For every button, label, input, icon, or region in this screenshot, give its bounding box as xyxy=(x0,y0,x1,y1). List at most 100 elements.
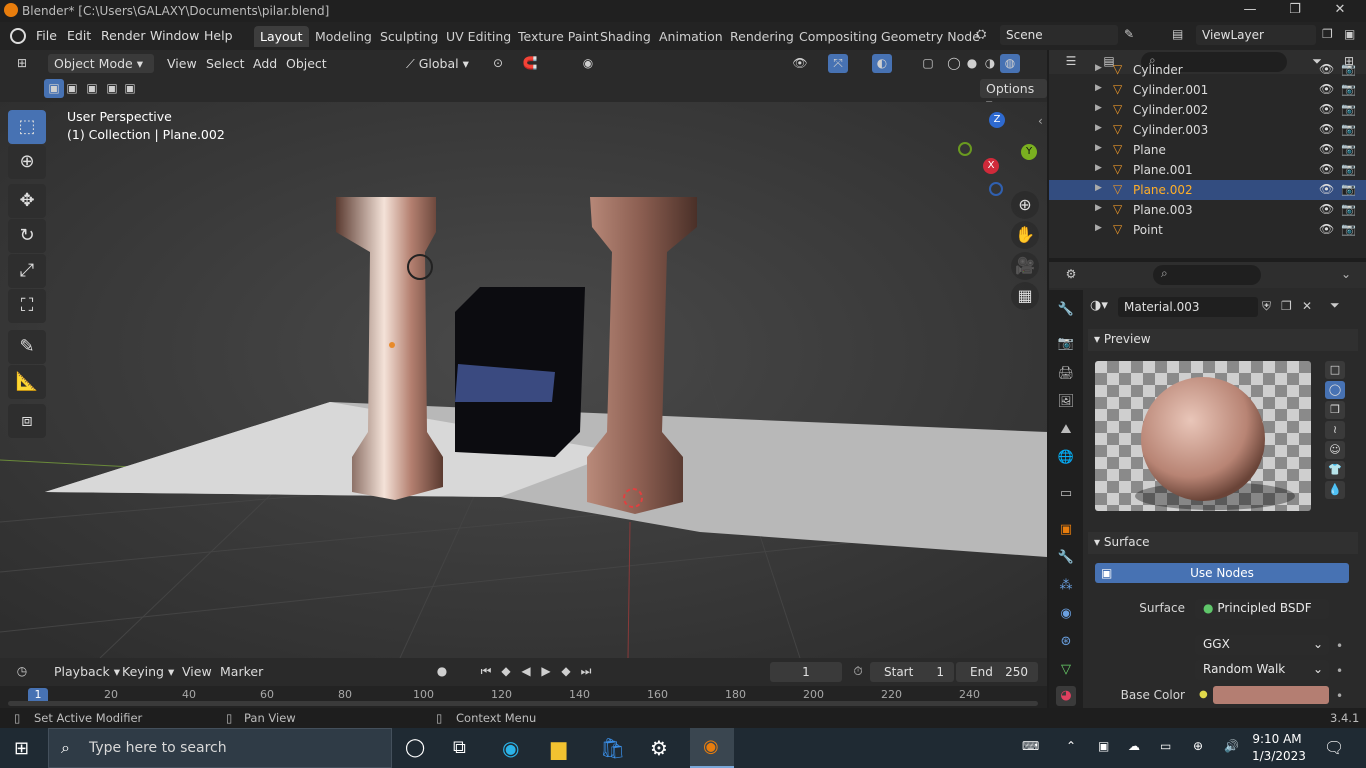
render-tab-icon[interactable]: 📷 xyxy=(1056,334,1076,354)
blender-taskbar-button[interactable]: ◉ xyxy=(690,728,734,768)
select-intersect-icon[interactable]: ▣ xyxy=(120,79,140,98)
pan-hand-icon[interactable]: ✋ xyxy=(1011,221,1039,249)
properties-options-icon[interactable]: ⌄ xyxy=(1341,267,1351,281)
camera-render-icon[interactable]: 📷 xyxy=(1341,162,1356,176)
tab-shading[interactable]: Shading xyxy=(594,26,657,47)
3d-viewport[interactable]: User Perspective (1) Collection | Plane.… xyxy=(0,102,1047,658)
menu-view[interactable]: View xyxy=(161,54,203,73)
object-tab-icon[interactable]: ▣ xyxy=(1056,520,1076,540)
view-layer-tab-icon[interactable]: 🖼 xyxy=(1056,392,1076,412)
rendered-shading-icon[interactable]: ◍ xyxy=(1000,54,1020,73)
tray-expand-icon[interactable]: ⌃ xyxy=(1066,739,1076,753)
keyboard-icon[interactable]: ⌨ xyxy=(1022,739,1039,753)
surface-panel-header[interactable]: ▾ Surface xyxy=(1088,532,1358,554)
task-view-icon[interactable]: ⧉ xyxy=(453,737,466,758)
menu-file[interactable]: File xyxy=(36,28,57,43)
expand-arrow-icon[interactable]: ▶ xyxy=(1095,103,1102,113)
gizmo-neg-y[interactable] xyxy=(958,142,972,156)
ortho-grid-icon[interactable]: ▦ xyxy=(1011,282,1039,310)
file-explorer-icon[interactable]: ▆ xyxy=(551,736,566,760)
select-box-tool-icon[interactable]: ⬚ xyxy=(8,110,46,144)
menu-add[interactable]: Add xyxy=(247,54,283,73)
current-frame-field[interactable]: 1 xyxy=(770,662,842,682)
keyframe-dot-icon[interactable]: • xyxy=(1336,639,1343,653)
menu-playback[interactable]: Playback ▾ xyxy=(48,662,126,681)
cloud-icon[interactable]: ☁ xyxy=(1128,739,1140,753)
tab-modeling[interactable]: Modeling xyxy=(309,26,378,47)
material-sphere-icon[interactable]: ◑▾ xyxy=(1090,298,1108,313)
material-tab-icon[interactable]: ◕ xyxy=(1056,686,1076,706)
camera-render-icon[interactable]: 📷 xyxy=(1341,62,1356,76)
duplicate-material-icon[interactable]: ❐ xyxy=(1281,299,1292,313)
preview-monkey-icon[interactable]: ☺ xyxy=(1325,441,1345,459)
play-reverse-icon[interactable]: ◀ xyxy=(516,662,536,681)
properties-editor-icon[interactable]: ⚙ xyxy=(1061,265,1081,284)
cortana-icon[interactable]: ◯ xyxy=(405,737,425,758)
select-subtract-icon[interactable]: ▣ xyxy=(82,79,102,98)
eye-visibility-icon[interactable]: 👁 xyxy=(1319,62,1334,76)
minimize-button[interactable]: — xyxy=(1230,2,1270,20)
volume-icon[interactable]: 🔊 xyxy=(1224,739,1239,753)
tab-layout[interactable]: Layout xyxy=(254,26,309,47)
material-name-field[interactable]: Material.003 xyxy=(1118,297,1258,317)
transform-orientation-selector[interactable]: ⟋ Global ▾ xyxy=(400,54,478,73)
keyframe-dot-icon[interactable]: • xyxy=(1336,689,1343,703)
view-layer-selector[interactable]: ViewLayer xyxy=(1196,25,1316,45)
subsurface-method-dropdown[interactable]: Random Walk ⌄ xyxy=(1195,660,1329,680)
preview-cube-icon[interactable]: ❒ xyxy=(1325,401,1345,419)
preview-cloth-icon[interactable]: 👕 xyxy=(1325,461,1345,479)
outliner-item[interactable]: ▶ ▽ Point 👁 📷 xyxy=(1049,220,1366,240)
preview-sphere-icon[interactable]: ◯ xyxy=(1325,381,1345,399)
base-color-swatch[interactable] xyxy=(1213,686,1329,704)
proportional-editing-icon[interactable]: ◉ xyxy=(578,54,598,73)
tab-rendering[interactable]: Rendering xyxy=(724,26,800,47)
preview-flat-icon[interactable]: □ xyxy=(1325,361,1345,379)
outliner-item[interactable]: ▶ ▽ Plane 👁 📷 xyxy=(1049,140,1366,160)
navigation-gizmo[interactable]: Z Y X xyxy=(955,110,1037,196)
meet-now-icon[interactable]: ▣ xyxy=(1098,739,1109,753)
eye-visibility-icon[interactable]: 👁 xyxy=(1319,182,1334,196)
record-icon[interactable]: ● xyxy=(432,662,452,681)
measure-tool-icon[interactable]: 📐 xyxy=(8,365,46,399)
gizmo-z-axis[interactable]: Z xyxy=(989,112,1005,128)
annotate-tool-icon[interactable]: ✎ xyxy=(8,330,46,364)
timeline-ruler[interactable]: 1 20 40 60 80 100 120 140 160 180 200 22… xyxy=(0,686,1047,708)
outliner-item[interactable]: ▶ ▽ Cylinder.003 👁 📷 xyxy=(1049,120,1366,140)
use-nodes-button[interactable]: ▣ Use Nodes xyxy=(1095,563,1349,583)
camera-render-icon[interactable]: 📷 xyxy=(1341,142,1356,156)
tool-tab-icon[interactable]: 🔧 xyxy=(1056,300,1076,320)
preview-fluid-icon[interactable]: 💧 xyxy=(1325,481,1345,499)
tab-compositing[interactable]: Compositing xyxy=(793,26,883,47)
solid-shading-icon[interactable]: ● xyxy=(962,54,982,73)
modifier-tab-icon[interactable]: 🔧 xyxy=(1056,548,1076,568)
camera-render-icon[interactable]: 📷 xyxy=(1341,122,1356,136)
tab-texture-paint[interactable]: Texture Paint xyxy=(512,26,605,47)
sidebar-toggle-icon[interactable]: ‹ xyxy=(1038,114,1043,128)
scene-selector[interactable]: Scene xyxy=(1000,25,1118,45)
edge-browser-icon[interactable]: ◉ xyxy=(502,736,519,760)
add-cube-tool-icon[interactable]: ⧈ xyxy=(8,404,46,438)
clock-time[interactable]: 9:10 AM xyxy=(1252,732,1302,746)
cursor-tool-icon[interactable]: ⊕ xyxy=(8,145,46,179)
pivot-icon[interactable]: ⊙ xyxy=(488,54,508,73)
menu-object[interactable]: Object xyxy=(280,54,333,73)
view-layer-icon[interactable]: ▤ xyxy=(1172,27,1183,41)
physics-tab-icon[interactable]: ◉ xyxy=(1056,604,1076,624)
start-frame-field[interactable]: Start 1 xyxy=(870,662,954,682)
outliner-item[interactable]: ▶ ▽ Cylinder.001 👁 📷 xyxy=(1049,80,1366,100)
expand-arrow-icon[interactable]: ▶ xyxy=(1095,223,1102,233)
timeline-scrollbar[interactable] xyxy=(8,701,1038,706)
camera-render-icon[interactable]: 📷 xyxy=(1341,102,1356,116)
menu-edit[interactable]: Edit xyxy=(67,28,91,43)
eye-visibility-icon[interactable]: 👁 xyxy=(1319,122,1334,136)
output-tab-icon[interactable]: 🖨 xyxy=(1056,364,1076,384)
outliner-item[interactable]: ▶ ▽ Plane.001 👁 📷 xyxy=(1049,160,1366,180)
menu-keying[interactable]: Keying ▾ xyxy=(116,662,180,681)
settings-gear-icon[interactable]: ⚙ xyxy=(650,736,668,760)
visibility-icon[interactable]: 👁 xyxy=(790,54,810,73)
move-tool-icon[interactable]: ✥ xyxy=(8,184,46,218)
particles-tab-icon[interactable]: ⁂ xyxy=(1056,576,1076,596)
maximize-button[interactable]: ❐ xyxy=(1275,2,1315,20)
tab-animation[interactable]: Animation xyxy=(653,26,729,47)
outliner-item[interactable]: ▶ ▽ Cylinder.002 👁 📷 xyxy=(1049,100,1366,120)
